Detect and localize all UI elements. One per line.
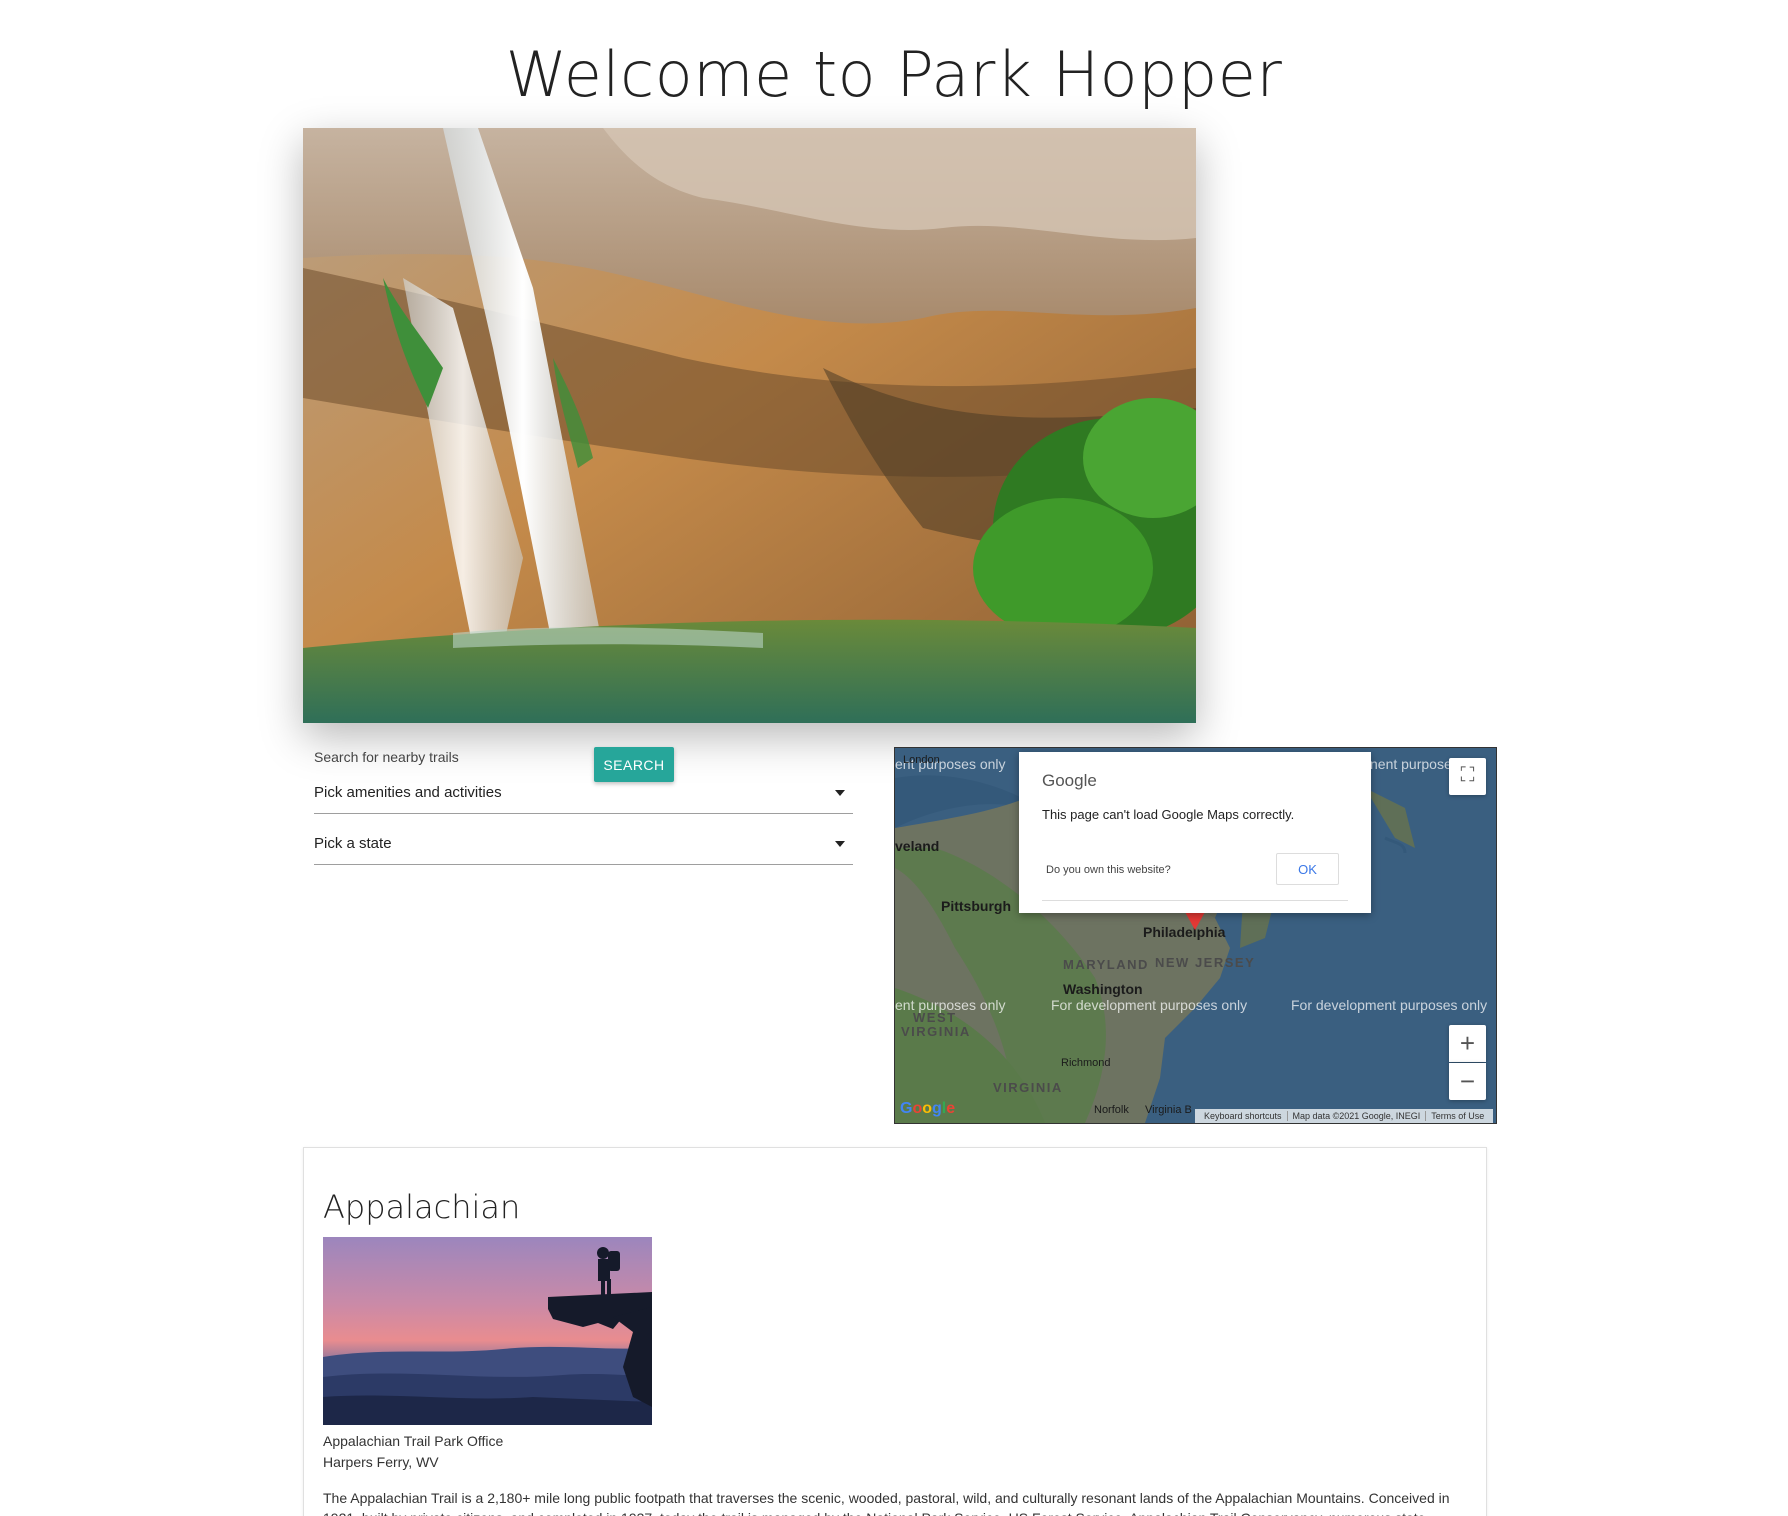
map-city-label: Virginia B [1145, 1104, 1192, 1116]
map-city-label: London [903, 754, 940, 766]
map-dialog-ok-button[interactable]: OK [1276, 853, 1339, 885]
fullscreen-icon: ⛶ [1460, 764, 1475, 786]
map-state-label: MARYLAND [1063, 957, 1149, 972]
map-watermark: nent purpose [1370, 756, 1452, 772]
map-state-label: NEW JERSEY [1155, 955, 1256, 970]
map-error-dialog: Google This page can't load Google Maps … [1019, 752, 1371, 913]
plus-icon: + [1459, 1028, 1476, 1058]
map-state-label: VIRGINIA [901, 1024, 971, 1039]
trail-description: The Appalachian Trail is a 2,180+ mile l… [323, 1490, 1450, 1516]
map-data-attribution: Map data ©2021 Google, INEGI [1287, 1111, 1427, 1121]
map-marker-icon[interactable] [1185, 912, 1205, 930]
zoom-out-button[interactable]: − [1449, 1063, 1486, 1100]
fullscreen-button[interactable]: ⛶ [1449, 758, 1486, 795]
own-website-link[interactable]: Do you own this website? [1046, 864, 1171, 876]
terms-of-use-link[interactable]: Terms of Use [1426, 1111, 1489, 1121]
search-label: Search for nearby trails [314, 749, 459, 765]
map-state-label: WEST [913, 1010, 957, 1025]
trail-card: Appalachian Appalachian Trail Park Offic… [303, 1147, 1487, 1516]
trail-location: Harpers Ferry, WV [323, 1454, 439, 1470]
map[interactable]: ent purposes only nent purpose ent purpo… [894, 747, 1497, 1124]
map-city-label: Richmond [1061, 1057, 1111, 1069]
divider [1042, 900, 1348, 901]
trail-name: Appalachian [323, 1188, 521, 1226]
map-watermark: For development purposes only [1051, 997, 1248, 1013]
map-city-label: Norfolk [1094, 1104, 1129, 1116]
map-watermark: For development purposes only [1291, 997, 1488, 1013]
zoom-in-button[interactable]: + [1449, 1025, 1486, 1062]
trail-office: Appalachian Trail Park Office [323, 1433, 504, 1449]
map-state-label: VIRGINIA [993, 1080, 1063, 1095]
amenities-select-value: Pick amenities and activities [314, 784, 502, 801]
page: Welcome to Park Hopper Search for nearby… [0, 0, 1788, 1516]
keyboard-shortcuts-link[interactable]: Keyboard shortcuts [1199, 1111, 1288, 1121]
page-title: Welcome to Park Hopper [505, 38, 1283, 111]
map-footer: Keyboard shortcuts Map data ©2021 Google,… [1195, 1109, 1494, 1123]
google-map-logo: Google [900, 1100, 956, 1117]
chevron-down-icon [835, 841, 845, 847]
amenities-select[interactable]: Pick amenities and activities [314, 775, 853, 814]
google-logo: Google [1042, 771, 1097, 790]
map-city-label: Washington [1063, 981, 1143, 997]
state-select-value: Pick a state [314, 835, 392, 852]
hero-waterfall-image [303, 128, 1196, 723]
map-city-label: Pittsburgh [941, 898, 1011, 914]
trail-image [323, 1237, 652, 1425]
minus-icon: − [1459, 1066, 1476, 1096]
map-error-message: This page can't load Google Maps correct… [1042, 807, 1295, 822]
state-select[interactable]: Pick a state [314, 826, 853, 865]
map-city-label: veland [895, 838, 940, 854]
chevron-down-icon [835, 790, 845, 796]
